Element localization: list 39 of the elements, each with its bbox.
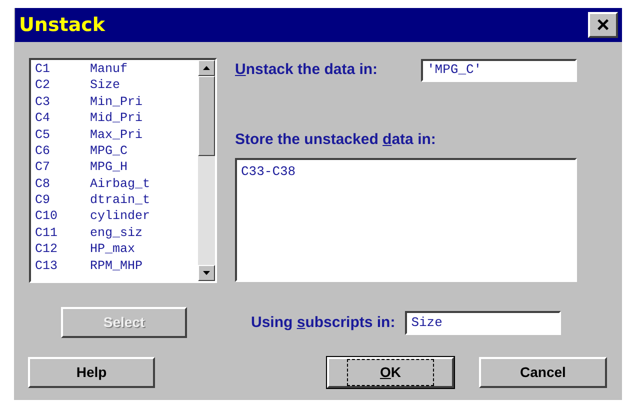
column-name[interactable]: eng_siz: [90, 226, 143, 240]
store-label: Store the unstacked data in:: [235, 131, 436, 148]
column-id[interactable]: C10: [35, 210, 90, 223]
column-name[interactable]: MPG_C: [90, 144, 128, 158]
unstack-field[interactable]: 'MPG_C': [421, 58, 577, 82]
scrollbar[interactable]: [198, 60, 215, 281]
close-button[interactable]: ×: [588, 12, 618, 38]
column-name[interactable]: cylinder: [90, 210, 150, 223]
column-name[interactable]: RPM_MHP: [90, 260, 143, 272]
column-name[interactable]: Mid_Pri: [90, 112, 143, 125]
scroll-thumb[interactable]: [198, 76, 215, 156]
column-id[interactable]: C9: [35, 194, 90, 207]
column-id[interactable]: C11: [35, 226, 90, 240]
dialog-button[interactable]: Cancel: [479, 357, 607, 388]
column-id[interactable]: C1: [35, 62, 90, 76]
column-id[interactable]: C7: [35, 161, 90, 174]
column-id[interactable]: C13: [35, 260, 90, 272]
subscripts-field[interactable]: Size: [405, 310, 562, 334]
column-id[interactable]: C8: [35, 178, 90, 190]
column-name[interactable]: Size: [90, 79, 120, 92]
dialog-button[interactable]: OK: [327, 357, 454, 388]
store-field[interactable]: C33-C38: [235, 158, 577, 282]
unstack-label: Unstack the data in:: [235, 60, 378, 80]
column-id[interactable]: C6: [35, 144, 90, 158]
column-name[interactable]: Manuf: [90, 62, 128, 76]
column-name[interactable]: Airbag_t: [90, 178, 150, 190]
column-name[interactable]: HP_max: [90, 243, 136, 256]
column-id[interactable]: C5: [35, 128, 90, 141]
window-title: Unstack: [19, 12, 106, 38]
subscripts-label: Using subscripts in:: [251, 314, 396, 330]
column-id[interactable]: C4: [35, 112, 90, 125]
column-name[interactable]: Max_Pri: [90, 128, 143, 141]
column-name[interactable]: dtrain_t: [90, 194, 150, 207]
column-name[interactable]: MPG_H: [90, 161, 128, 174]
dialog-button[interactable]: Help: [28, 357, 155, 388]
column-name[interactable]: Min_Pri: [90, 96, 143, 108]
column-id[interactable]: C3: [35, 96, 90, 108]
column-id[interactable]: C12: [35, 243, 90, 256]
column-id[interactable]: C2: [35, 79, 90, 92]
